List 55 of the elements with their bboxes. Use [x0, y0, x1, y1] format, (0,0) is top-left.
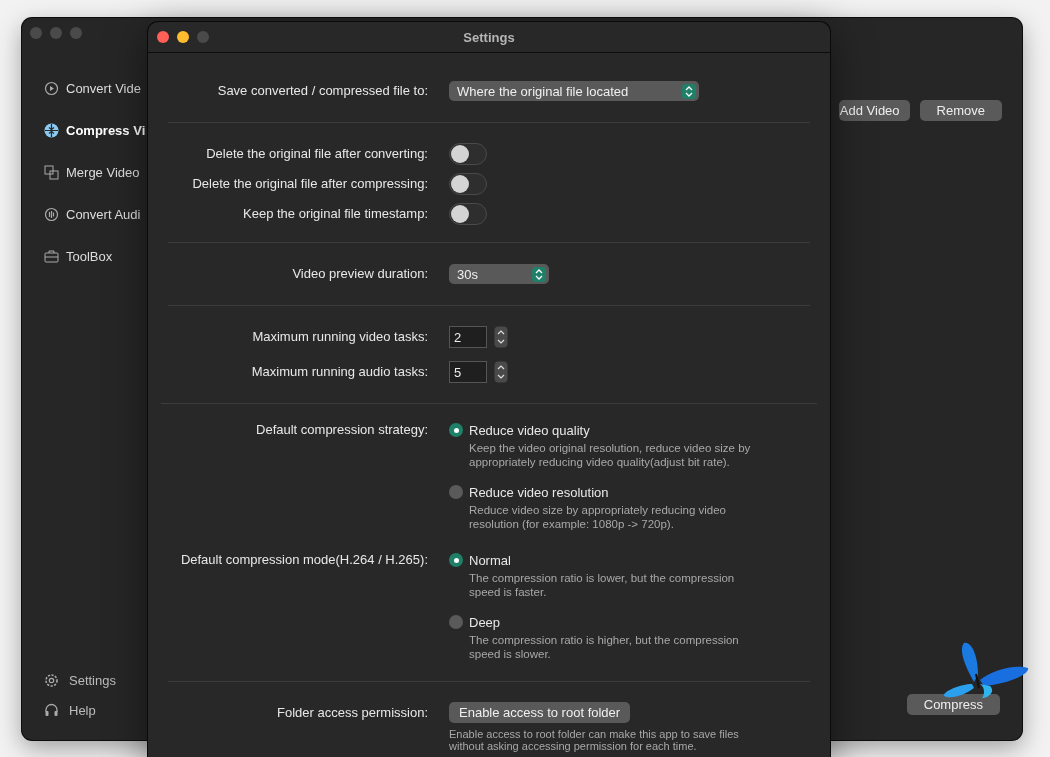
setting-label: Video preview duration: — [291, 265, 428, 283]
dropdown[interactable]: Where the original file located — [449, 81, 699, 101]
number-field[interactable]: 2 — [449, 326, 487, 348]
chevron-icon — [685, 85, 693, 97]
permission-description: Enable access to root folder can make this app to save files without asking accessing permission for each time. — [449, 728, 740, 752]
setting-label: Delete the original file after compressing: — [191, 175, 428, 193]
chevron-icon — [535, 268, 543, 280]
sidebar-item[interactable]: Convert Audi — [44, 204, 148, 224]
sidebar-item[interactable]: Convert Vide — [44, 78, 148, 98]
sidebar-item[interactable]: Settings — [44, 670, 148, 690]
radio-button[interactable] — [449, 423, 463, 437]
option-label: Reduce video resolution — [469, 484, 609, 500]
setting-label: Default compression mode(H.264 / H.265): — [179, 551, 428, 569]
setting-label: Folder access permission: — [276, 704, 428, 722]
radio-button[interactable] — [449, 485, 463, 499]
option-label: Normal — [469, 552, 511, 568]
setting-label: Maximum running video tasks: — [251, 328, 428, 346]
toggle-switch[interactable] — [449, 173, 487, 195]
audio-wave-icon — [44, 206, 59, 222]
toolbox-icon — [44, 248, 59, 264]
setting-label: Save converted / compressed file to: — [216, 82, 428, 100]
sidebar-item[interactable]: Merge Video — [44, 162, 148, 182]
radio-button[interactable] — [449, 553, 463, 567]
window-control-button[interactable] — [177, 31, 189, 43]
compress-icon — [44, 122, 59, 138]
toolbar-button[interactable]: Remove — [919, 100, 1002, 121]
sidebar-item[interactable]: ToolBox — [44, 246, 148, 266]
setting-label: Default compression strategy: — [255, 421, 428, 439]
option-description: The compression ratio is lower, but the compression speed is faster. — [468, 571, 736, 599]
setting-label: Maximum running audio tasks: — [250, 363, 428, 381]
option-description: Keep the video original resolution, reduce video size by appropriately reducing video quality(adjust bit rate). — [468, 441, 752, 469]
radio-button[interactable] — [449, 615, 463, 629]
stepper-icon[interactable] — [494, 326, 508, 348]
sidebar-item[interactable]: Help — [44, 700, 148, 720]
option-description: Reduce video size by appropriately reducing video resolution (for example: 1080p -> 720p). — [468, 503, 727, 531]
sidebar-item[interactable]: Compress Vi — [44, 120, 148, 140]
stepper-icon[interactable] — [494, 361, 508, 383]
option-label: Reduce video quality — [469, 422, 590, 438]
compress-button[interactable]: Compress — [906, 694, 1000, 715]
option-label: Deep — [469, 614, 501, 630]
toggle-switch[interactable] — [449, 143, 487, 165]
setting-label: Delete the original file after converting: — [205, 145, 428, 163]
play-circle-icon — [44, 80, 59, 96]
window-title: Settings — [463, 29, 515, 45]
dropdown[interactable]: 30s — [449, 264, 549, 284]
toolbar-button[interactable]: Add Video — [838, 100, 910, 121]
toggle-switch[interactable] — [449, 203, 487, 225]
settings-icon — [44, 672, 59, 688]
headset-icon — [44, 702, 59, 718]
option-description: The compression ratio is higher, but the compression speed is slower. — [468, 633, 740, 661]
enable-access-button[interactable]: Enable access to root folder — [449, 702, 631, 723]
number-field[interactable]: 5 — [449, 361, 487, 383]
setting-label: Keep the original file timestamp: — [242, 205, 428, 223]
window-control-button[interactable] — [157, 31, 169, 43]
merge-squares-icon — [44, 164, 59, 180]
